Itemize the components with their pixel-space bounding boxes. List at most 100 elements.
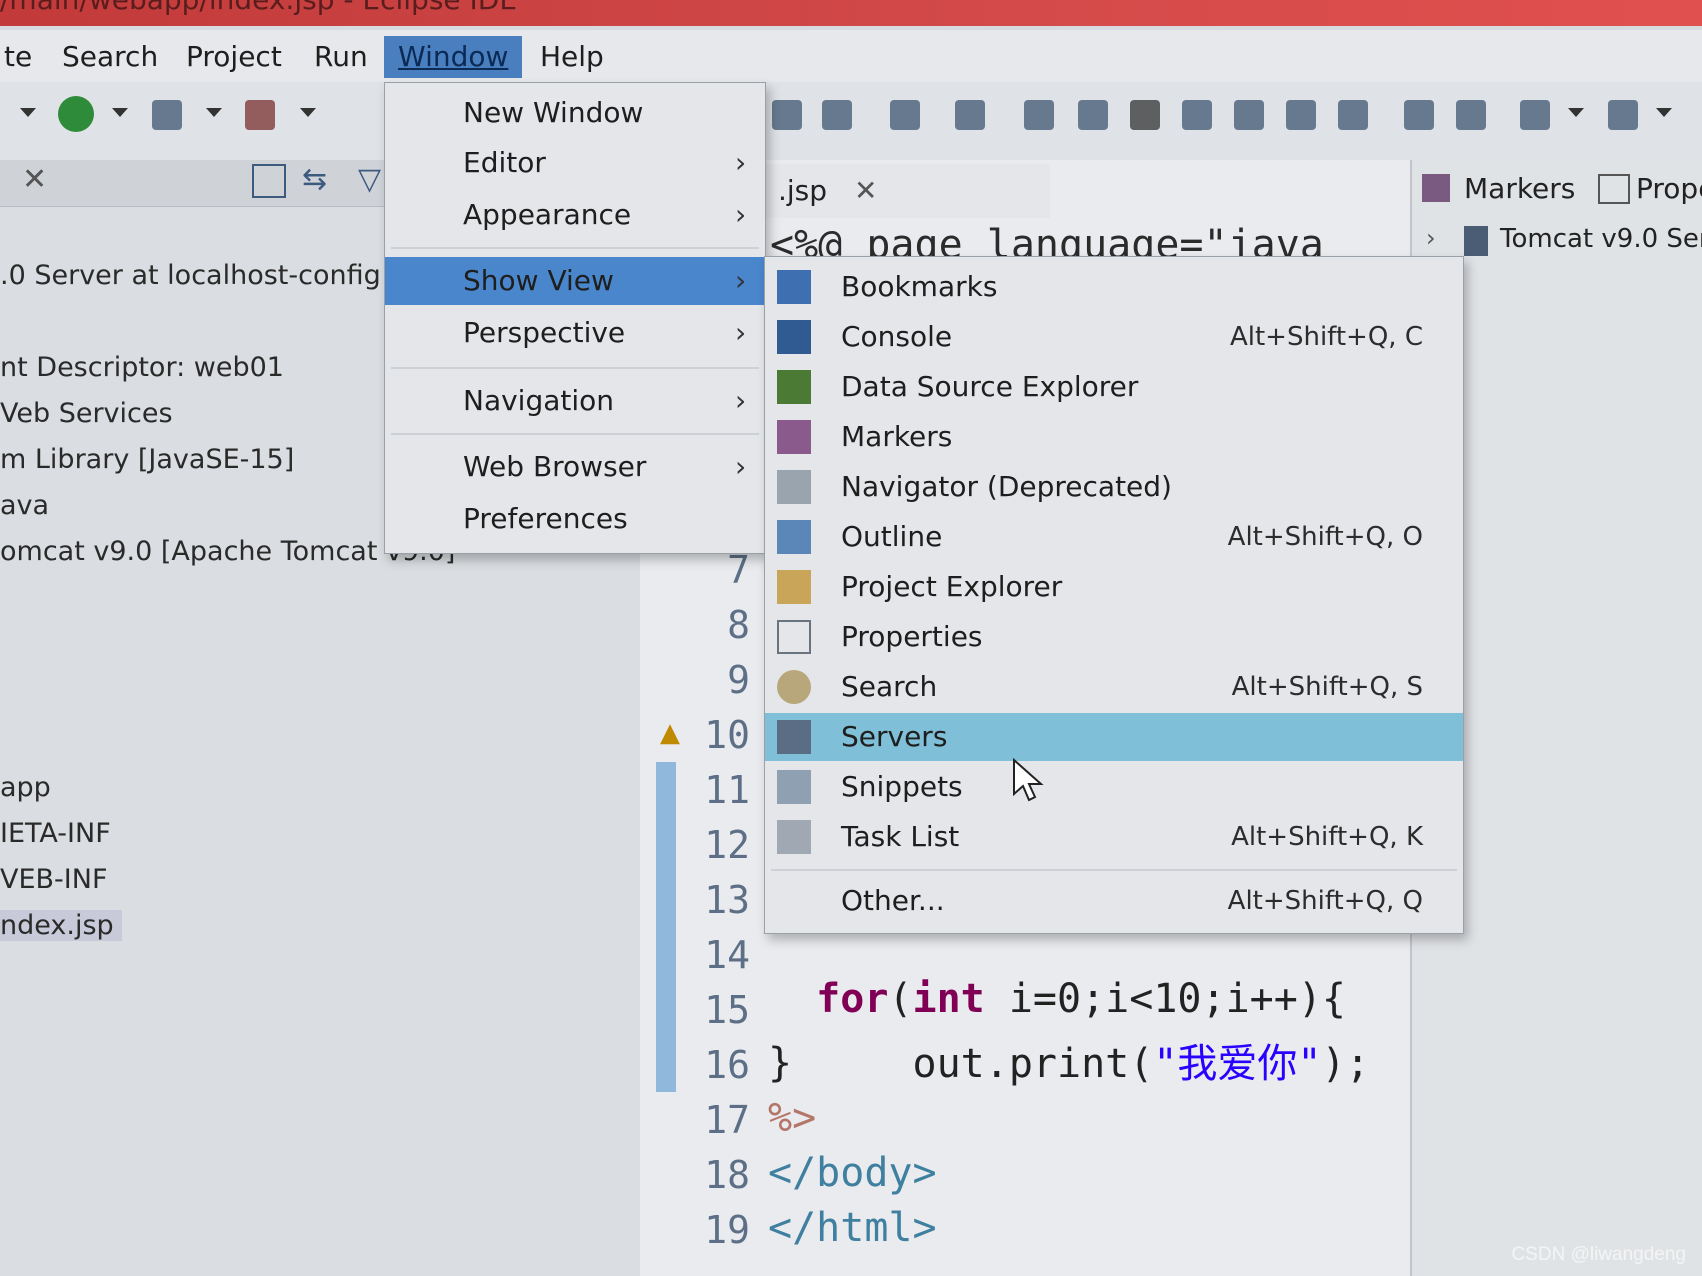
collapse-all-icon[interactable] [252,164,286,198]
terminate-icon[interactable] [1130,100,1160,130]
markers-icon [1422,174,1450,202]
filter-icon[interactable]: ▽ [358,162,381,197]
tree-item[interactable]: IETA-INF [0,818,111,849]
run-icon[interactable] [58,96,94,132]
line-number: 18 [704,1153,750,1197]
view-item-project-explorer[interactable]: Project Explorer [765,563,1463,611]
suspend-icon[interactable] [1078,100,1108,130]
server-entry[interactable]: Tomcat v9.0 Ser [1500,224,1702,254]
menu-item-new-window[interactable]: New Window [385,89,765,137]
dropdown-caret-icon[interactable] [206,108,222,117]
editor-tab-label: .jsp ✕ [778,174,878,207]
menu-search[interactable]: Search [48,36,172,78]
menu-item-web-browser[interactable]: Web Browser › [385,443,765,491]
chevron-right-icon: › [735,264,747,297]
console-toolbar-icon[interactable] [890,100,920,130]
line-number: 11 [704,768,750,812]
tree-item[interactable]: Veb Services [0,398,173,429]
menu-separator [391,247,759,249]
expand-chevron-icon[interactable]: › [1426,224,1436,252]
properties-icon [1598,174,1630,204]
close-tab-icon[interactable]: ✕ [854,174,877,207]
menu-item-navigation[interactable]: Navigation › [385,377,765,425]
close-tab-icon[interactable]: ✕ [22,162,47,197]
view-item-console[interactable]: Console Alt+Shift+Q, C [765,313,1463,361]
chevron-right-icon: › [735,198,747,231]
toolbar-icon[interactable] [772,100,802,130]
next-annotation-icon[interactable] [1520,100,1550,130]
console-icon [777,320,811,354]
tree-item[interactable]: m Library [JavaSE-15] [0,444,294,475]
view-item-search[interactable]: Search Alt+Shift+Q, S [765,663,1463,711]
view-item-bookmarks[interactable]: Bookmarks [765,263,1463,311]
tree-item-selected[interactable]: ndex.jsp [0,910,122,941]
code-line-17[interactable]: %> [768,1095,816,1141]
menu-item-appearance[interactable]: Appearance › [385,191,765,239]
code-line-18[interactable]: </body> [768,1150,937,1196]
code-line-16[interactable]: } [768,1040,792,1086]
outline-icon [777,520,811,554]
menu-help[interactable]: Help [526,36,618,78]
view-item-navigator[interactable]: Navigator (Deprecated) [765,463,1463,511]
view-item-properties[interactable]: Properties [765,613,1463,661]
watermark: CSDN @liwangdeng [1511,1244,1686,1265]
tab-markers[interactable]: Markers [1464,172,1575,205]
step-over-icon[interactable] [1286,100,1316,130]
step-return-icon[interactable] [1338,100,1368,130]
drop-to-frame-icon[interactable] [1404,100,1434,130]
line-number: 14 [704,933,750,977]
menu-item-show-view[interactable]: Show View › [385,257,765,305]
view-item-markers[interactable]: Markers [765,413,1463,461]
view-item-data-source-explorer[interactable]: Data Source Explorer [765,363,1463,411]
line-number: 16 [704,1043,750,1087]
external-tools-icon[interactable] [245,100,275,130]
main-toolbar [0,82,1702,161]
data-source-icon [777,370,811,404]
tree-item[interactable]: ava [0,490,49,521]
menu-bar: te Search Project Run Window Help [0,30,1702,82]
dropdown-caret-icon[interactable] [1656,108,1672,117]
menu-window[interactable]: Window [384,36,523,78]
mouse-cursor-icon [1013,758,1044,802]
dropdown-caret-icon[interactable] [1568,108,1584,117]
dropdown-caret-icon[interactable] [112,108,128,117]
view-item-outline[interactable]: Outline Alt+Shift+Q, O [765,513,1463,561]
dropdown-caret-icon[interactable] [300,108,316,117]
project-explorer-icon [777,570,811,604]
menu-run[interactable]: Run [300,36,382,78]
disconnect-icon[interactable] [1182,100,1212,130]
toolbar-icon[interactable] [822,100,852,130]
snippets-icon [777,770,811,804]
tab-properties[interactable]: Prope [1636,172,1702,205]
step-into-icon[interactable] [1234,100,1264,130]
previous-annotation-icon[interactable] [1608,100,1638,130]
view-item-other[interactable]: Other... Alt+Shift+Q, Q [765,877,1463,925]
link-with-editor-icon[interactable]: ⇆ [302,162,327,197]
view-item-task-list[interactable]: Task List Alt+Shift+Q, K [765,813,1463,861]
line-number: 19 [704,1208,750,1252]
tree-item[interactable]: app [0,772,51,803]
use-step-filters-icon[interactable] [1456,100,1486,130]
line-number: 17 [704,1098,750,1142]
tree-item[interactable]: nt Descriptor: web01 [0,352,284,383]
menu-navigate[interactable]: te [0,36,46,78]
skip-breakpoints-icon[interactable] [955,100,985,130]
code-line-15[interactable]: out.print("我爱你"); [768,985,1370,1089]
tree-item[interactable]: .0 Server at localhost-config [0,260,381,291]
chevron-right-icon: › [735,146,747,179]
menu-item-perspective[interactable]: Perspective › [385,309,765,357]
menu-item-preferences[interactable]: Preferences [385,495,765,543]
resume-icon[interactable] [1024,100,1054,130]
debug-icon[interactable] [152,100,182,130]
window-title: /main/webapp/index.jsp - Eclipse IDE [0,0,517,16]
line-number: 10 [704,713,750,757]
task-list-icon [777,820,811,854]
view-item-snippets[interactable]: Snippets [765,763,1463,811]
tree-item[interactable]: VEB-INF [0,864,108,895]
dropdown-caret-icon[interactable] [20,108,36,117]
menu-project[interactable]: Project [172,36,296,78]
view-item-servers[interactable]: Servers [765,713,1463,761]
chevron-right-icon: › [735,384,747,417]
code-line-19[interactable]: </html> [768,1205,937,1251]
menu-item-editor[interactable]: Editor › [385,139,765,187]
